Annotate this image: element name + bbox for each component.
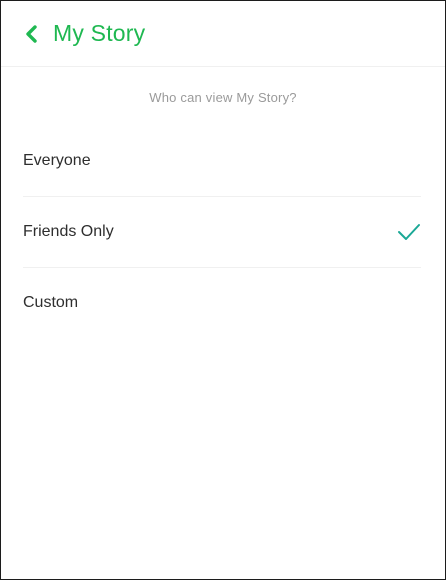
privacy-options-list: Everyone Friends Only Custom [1,125,445,338]
option-custom[interactable]: Custom [1,267,445,338]
section-heading: Who can view My Story? [149,90,297,105]
option-label: Friends Only [23,222,114,240]
chevron-left-icon[interactable] [21,24,41,44]
option-everyone[interactable]: Everyone [1,125,445,196]
option-friends-only[interactable]: Friends Only [1,196,445,267]
option-label: Everyone [23,151,91,169]
back-button[interactable]: My Story [21,20,145,47]
checkmark-icon [398,223,420,240]
screen: My Story Who can view My Story? Everyone… [0,0,446,580]
header-bar: My Story [1,1,445,67]
page-title: My Story [53,20,146,46]
option-label: Custom [23,293,79,311]
